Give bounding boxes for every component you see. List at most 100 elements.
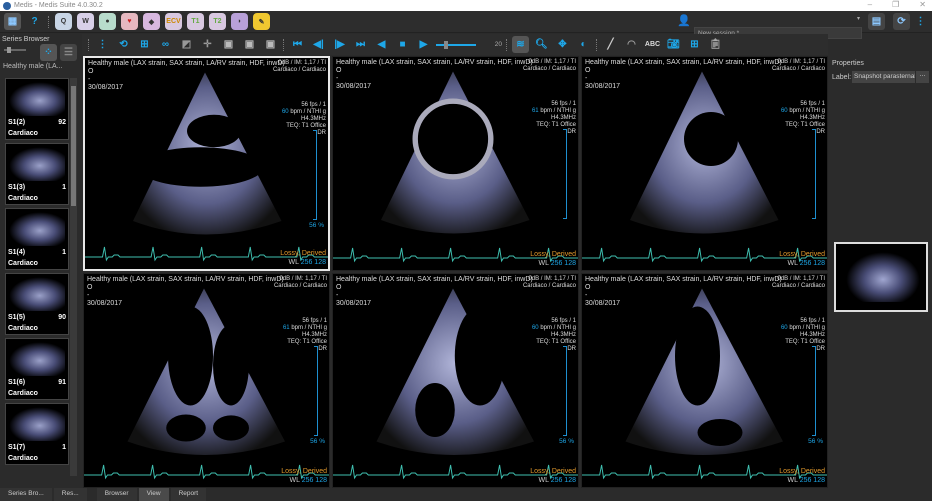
viewport-layout-icon[interactable]: ⊞ <box>136 36 153 53</box>
annotation-abc-icon[interactable]: ABC <box>644 36 661 53</box>
minimize-icon[interactable]: – <box>868 0 872 9</box>
wl-label: WL <box>787 477 800 484</box>
image-viewport[interactable]: Healthy male (LAX strain, SAX strain, LA… <box>83 56 330 271</box>
close-icon[interactable]: ✕ <box>919 0 926 9</box>
last-frame-icon[interactable]: ⏭ <box>352 36 369 53</box>
play-icon[interactable]: ▶ <box>415 36 432 53</box>
series-browser-toggle-icon[interactable]: ▦ <box>4 13 21 30</box>
series-thumbnail[interactable]: S1(5) 90 Cardiaco <box>5 273 69 335</box>
label-input[interactable]: Snapshot parasternal <box>852 71 915 83</box>
image-viewport[interactable]: Healthy male (LAX strain, SAX strain, LA… <box>581 56 828 271</box>
echo-image <box>625 288 783 455</box>
crosshair-icon[interactable]: ✛ <box>199 36 216 53</box>
link-icon[interactable]: ∞ <box>157 36 174 53</box>
next-frame-icon[interactable]: |▶ <box>331 36 348 53</box>
stack-scroll-icon[interactable]: ≋ <box>512 36 529 53</box>
contrast-icon[interactable]: ◐ <box>575 36 592 53</box>
grid-view-icon[interactable]: ⁘ <box>40 44 57 61</box>
probe-frequency: H4.3MHz <box>799 115 825 121</box>
bottom-tab[interactable]: Report <box>170 488 207 501</box>
series-thumbnail[interactable]: S1(2) 92 Cardiaco <box>5 78 69 140</box>
window-level-icon[interactable]: ◩ <box>178 36 195 53</box>
series-name-tab[interactable]: Healthy male (LA... <box>3 63 63 70</box>
app-qflow-icon[interactable]: W <box>77 13 94 30</box>
label-more-button[interactable]: ... <box>916 71 929 83</box>
image-viewport[interactable]: Healthy male (LAX strain, SAX strain, LA… <box>332 56 579 271</box>
chevron-down-icon[interactable]: ▾ <box>857 15 860 22</box>
app-qmass-icon[interactable]: Q <box>55 13 72 30</box>
series-thumbnail[interactable]: S1(4) 1 Cardiaco <box>5 208 69 270</box>
app-report-icon[interactable]: ✎ <box>253 13 270 30</box>
list-view-icon[interactable]: ☰ <box>60 44 77 61</box>
bottom-tab[interactable]: Series Bro... <box>0 488 52 501</box>
clipboard-icon[interactable]: 📋︎ <box>707 36 724 53</box>
zoom-icon[interactable]: 🔍︎ <box>533 36 550 53</box>
region-icon[interactable]: ◠ <box>623 36 640 53</box>
close-series-icon[interactable]: ▣ <box>220 36 237 53</box>
app-qangio-icon[interactable]: ◗ <box>231 13 248 30</box>
app-name: Medis <box>14 2 33 9</box>
speed-slider[interactable] <box>436 40 476 49</box>
heart-rate: 61 <box>282 325 290 331</box>
thumbnail-image <box>9 82 65 116</box>
snapshot-icon[interactable]: 📷︎ <box>665 36 682 53</box>
snapshot-layout-icon[interactable]: ⊞ <box>686 36 703 53</box>
previous-frame-icon[interactable]: ◀| <box>310 36 327 53</box>
probe-frequency: H4.3MHz <box>300 116 326 122</box>
app-ecv-icon[interactable]: ECV <box>165 13 182 30</box>
app-3dview-icon[interactable]: ● <box>99 13 116 30</box>
bottom-tab[interactable]: View <box>138 488 169 501</box>
close-viewport-icon[interactable]: ▣ <box>241 36 258 53</box>
series-description: Cardiaco <box>8 130 38 137</box>
study-date: 30/08/2017 <box>87 300 123 307</box>
image-viewport[interactable]: Healthy male (LAX strain, SAX strain, LA… <box>83 273 330 488</box>
pan-icon[interactable]: ✥ <box>554 36 571 53</box>
help-button[interactable]: ? <box>26 13 43 30</box>
series-thumbnail[interactable]: S1(7) 1 Cardiaco <box>5 403 69 465</box>
stop-icon[interactable]: ■ <box>394 36 411 53</box>
session-user-icon[interactable]: 👤 <box>677 14 691 27</box>
app-t2-icon[interactable]: T2 <box>209 13 226 30</box>
restore-icon[interactable]: ❐ <box>892 0 899 9</box>
separator <box>48 15 50 28</box>
thumbnail-size-slider[interactable] <box>4 47 26 53</box>
layout-refresh-icon[interactable]: ⟳ <box>893 13 910 30</box>
more-menu-icon[interactable]: ⋮ <box>912 13 929 30</box>
reset-view-icon[interactable]: ⟲ <box>115 36 132 53</box>
image-viewport[interactable]: Healthy male (LAX strain, SAX strain, LA… <box>581 273 828 488</box>
depth-scale <box>812 346 816 436</box>
frame-count: 91 <box>58 379 66 386</box>
frame-count: 1 <box>62 184 66 191</box>
more-options-icon[interactable]: ⋮ <box>94 36 111 53</box>
title-bar: Medis - Medis Suite 4.0.30.2 – ❐ ✕ <box>0 0 932 11</box>
layout-save-icon[interactable]: ▤ <box>868 13 885 30</box>
app-t1-icon[interactable]: T1 <box>187 13 204 30</box>
thumbnail-scrollbar[interactable] <box>70 78 77 476</box>
patient-id: O <box>87 284 93 291</box>
series-thumbnail[interactable]: S1(6) 91 Cardiaco <box>5 338 69 400</box>
probe-frequency: H4.3MHz <box>550 332 576 338</box>
dynamic-range: DR <box>816 346 825 352</box>
study-description: Cardiaco / Cardiaco <box>522 283 576 289</box>
heart-rate: 60 <box>281 109 289 115</box>
patient-id: O <box>585 284 591 291</box>
frame-rate-value[interactable]: 20 <box>480 41 502 48</box>
wl-label: WL <box>787 260 800 267</box>
first-frame-icon[interactable]: ⏮ <box>289 36 306 53</box>
image-viewport[interactable]: Healthy male (LAX strain, SAX strain, LA… <box>332 273 579 488</box>
app-qtavi-icon[interactable]: ◆ <box>143 13 160 30</box>
heart-rate-suffix: bpm / NTHI g <box>538 325 576 331</box>
app-qstrain-icon[interactable]: ♥ <box>121 13 138 30</box>
clear-icon[interactable]: ▣ <box>262 36 279 53</box>
bottom-tab[interactable]: Res... <box>53 488 87 501</box>
patient-name: Healthy male (LAX strain, SAX strain, LA… <box>87 276 284 283</box>
frame-count: 1 <box>62 444 66 451</box>
bottom-tabs: Series Bro... Res... Browser View Report <box>0 488 932 501</box>
acquisition-info: 0dB / IM: 1,17 / TI <box>279 276 327 282</box>
play-backward-icon[interactable]: ◀ <box>373 36 390 53</box>
series-thumbnail[interactable]: S1(3) 1 Cardiaco <box>5 143 69 205</box>
patient-id: O <box>88 68 94 75</box>
wl-label: WL <box>289 477 302 484</box>
ruler-icon[interactable]: ╱ <box>602 36 619 53</box>
bottom-tab[interactable]: Browser <box>96 488 137 501</box>
